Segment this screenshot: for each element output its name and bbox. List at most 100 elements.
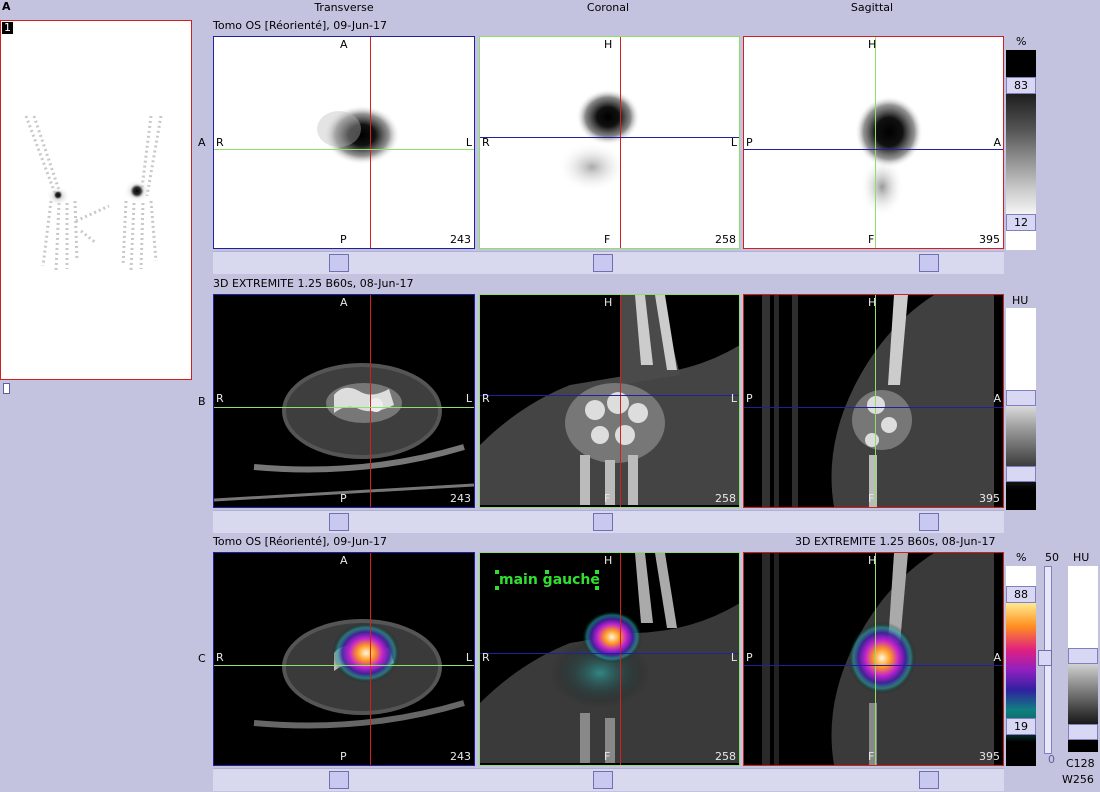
coronal-slice-slider[interactable]	[593, 771, 613, 789]
coronal-slice-slider[interactable]	[593, 254, 613, 272]
orientation-left: P	[746, 392, 753, 405]
orientation-right: A	[993, 651, 1001, 664]
orientation-left: P	[746, 651, 753, 664]
blend-slider-thumb[interactable]	[1038, 650, 1052, 666]
orientation-right: L	[730, 136, 737, 149]
row-c-series-title: Tomo OS [Réorienté], 09-Jun-17	[213, 535, 388, 548]
whole-body-scan-view[interactable]: 1	[0, 20, 192, 380]
hu-center-value: C128	[1066, 757, 1095, 770]
row-a-scale-max[interactable]: 83	[1006, 77, 1036, 94]
orientation-bottom: F	[604, 492, 611, 505]
crosshair-horizontal	[480, 653, 739, 654]
orientation-left: R	[482, 136, 490, 149]
orientation-left: R	[216, 136, 224, 149]
spect-coronal-view[interactable]: H F R L 258	[479, 36, 740, 249]
orientation-bottom: F	[604, 233, 611, 246]
fusion-transverse-view[interactable]: A P R L 243	[213, 552, 475, 766]
row-b-scale-unit: HU	[1012, 294, 1029, 307]
slice-number: 243	[450, 233, 471, 246]
orientation-bottom: F	[604, 750, 611, 763]
coronal-slice-slider[interactable]	[593, 513, 613, 531]
crosshair-vertical	[370, 37, 371, 248]
column-header-sagittal: Sagittal	[850, 1, 894, 14]
orientation-right: A	[993, 136, 1001, 149]
row-b-window-upper-handle[interactable]	[1006, 390, 1036, 406]
crosshair-horizontal	[214, 407, 474, 408]
slice-number: 395	[979, 492, 1000, 505]
orientation-right: L	[465, 136, 472, 149]
hand-scan-image	[24, 115, 163, 272]
slice-number: 243	[450, 750, 471, 763]
orientation-top: H	[604, 554, 613, 567]
row-c-scale-max[interactable]: 88	[1006, 586, 1036, 603]
row-c-slice-slider-bar	[213, 768, 1004, 791]
row-b-window-lower-handle[interactable]	[1006, 466, 1036, 482]
crosshair-vertical	[620, 553, 621, 765]
row-c-label: C	[198, 652, 206, 665]
spect-sagittal-image	[855, 96, 923, 217]
orientation-bottom: F	[868, 492, 875, 505]
fusion-coronal-view[interactable]: H F R L 258 main gauche	[479, 552, 740, 766]
row-c-hu-unit: HU	[1073, 551, 1090, 564]
ct-transverse-view[interactable]: A P R L 243	[213, 294, 475, 508]
column-header-coronal: Coronal	[586, 1, 630, 14]
crosshair-horizontal	[214, 149, 474, 150]
crosshair-horizontal	[480, 395, 739, 396]
row-c-hu-upper-handle[interactable]	[1068, 648, 1098, 664]
column-header-transverse: Transverse	[314, 1, 374, 14]
transverse-slice-slider[interactable]	[329, 771, 349, 789]
orientation-right: L	[730, 392, 737, 405]
sagittal-slice-slider[interactable]	[919, 254, 939, 272]
crosshair-horizontal	[744, 149, 1003, 150]
orientation-right: L	[465, 392, 472, 405]
orientation-bottom: P	[340, 233, 347, 246]
fusion-transverse-image	[253, 619, 465, 729]
transverse-slice-slider[interactable]	[329, 513, 349, 531]
row-c-series-title-right: 3D EXTREMITE 1.25 B60s, 08-Jun-17	[795, 535, 996, 548]
fusion-sagittal-view[interactable]: H F P A 395	[743, 552, 1004, 766]
annotation-box[interactable]: main gauche	[495, 570, 600, 590]
orientation-bottom: P	[340, 492, 347, 505]
crosshair-vertical	[620, 295, 621, 507]
orientation-bottom: F	[868, 750, 875, 763]
sagittal-slice-slider[interactable]	[919, 771, 939, 789]
orientation-top: H	[868, 38, 877, 51]
left-panel-header: A	[2, 0, 11, 13]
crosshair-vertical	[370, 295, 371, 507]
row-b-label: B	[198, 395, 206, 408]
left-panel-scroll-handle[interactable]	[3, 383, 10, 394]
row-c-scale-min[interactable]: 19	[1006, 718, 1036, 735]
crosshair-horizontal	[214, 665, 474, 666]
row-a-scale-min[interactable]: 12	[1006, 214, 1036, 231]
orientation-top: H	[868, 296, 877, 309]
orientation-right: L	[730, 651, 737, 664]
orientation-left: R	[216, 651, 224, 664]
orientation-top: A	[340, 38, 348, 51]
sagittal-slice-slider[interactable]	[919, 513, 939, 531]
orientation-left: P	[746, 136, 753, 149]
spect-transverse-view[interactable]: A P R L 243	[213, 36, 475, 249]
orientation-right: L	[465, 651, 472, 664]
transverse-slice-slider[interactable]	[329, 254, 349, 272]
crosshair-vertical	[370, 553, 371, 765]
ct-sagittal-image	[762, 295, 994, 507]
row-c-hu-lower-handle[interactable]	[1068, 724, 1098, 740]
row-c-scale-unit: %	[1016, 551, 1027, 564]
spect-transverse-image	[317, 105, 400, 165]
orientation-left: R	[482, 392, 490, 405]
orientation-bottom: F	[868, 233, 875, 246]
ct-sagittal-view[interactable]: H F P A 395	[743, 294, 1004, 508]
spect-sagittal-view[interactable]: H F P A 395	[743, 36, 1004, 249]
row-a-scale-unit: %	[1016, 35, 1027, 48]
slice-number: 258	[715, 233, 736, 246]
slice-number: 243	[450, 492, 471, 505]
ct-coronal-view[interactable]: H F R L 258	[479, 294, 740, 508]
slice-number: 258	[715, 750, 736, 763]
crosshair-vertical	[620, 37, 621, 248]
row-a-slice-slider-bar	[213, 251, 1004, 274]
slice-number: 258	[715, 492, 736, 505]
row-a-series-title: Tomo OS [Réorienté], 09-Jun-17	[213, 19, 388, 32]
hu-width-value: W256	[1062, 773, 1094, 786]
annotation-text[interactable]: main gauche	[499, 573, 600, 588]
orientation-top: H	[604, 38, 613, 51]
